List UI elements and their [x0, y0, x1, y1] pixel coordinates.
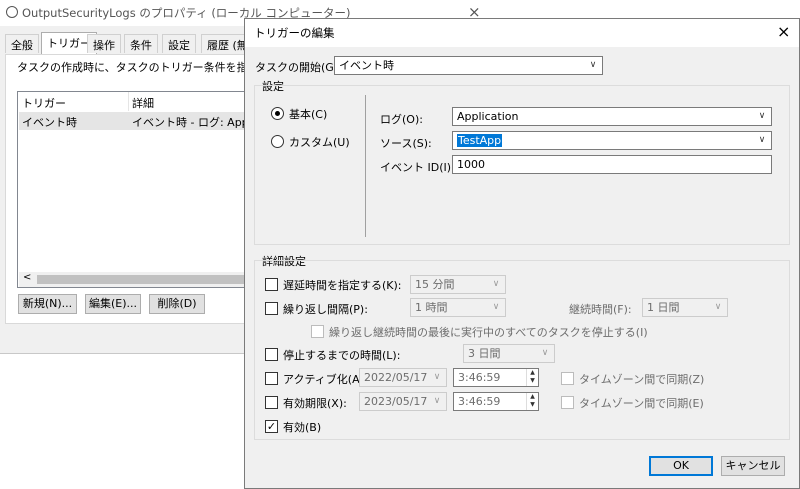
- delay-select[interactable]: 15 分間 ∨: [410, 275, 506, 294]
- event-id-input[interactable]: 1000: [452, 155, 772, 174]
- log-label: ログ(O):: [380, 113, 423, 126]
- chevron-down-icon: ∨: [714, 302, 722, 312]
- stop-after-label[interactable]: 停止するまでの時間(L):: [283, 347, 400, 363]
- activate-date-value: 2022/05/17: [364, 371, 428, 384]
- source-value: TestApp: [457, 134, 503, 147]
- expire-time-value: 3:46:59: [458, 395, 501, 408]
- custom-radio[interactable]: [271, 135, 284, 148]
- expire-date-value: 2023/05/17: [364, 395, 428, 408]
- activate-checkbox[interactable]: [265, 372, 278, 385]
- duration-value: 1 日間: [647, 301, 680, 314]
- chevron-down-icon: ∨: [589, 60, 597, 70]
- ok-button[interactable]: OK: [649, 456, 713, 476]
- basic-radio[interactable]: [271, 107, 284, 120]
- clock-icon: [6, 6, 18, 18]
- delay-label[interactable]: 遅延時間を指定する(K):: [283, 277, 402, 293]
- expire-date-picker[interactable]: 2023/05/17 ∨: [359, 392, 447, 411]
- column-header-trigger[interactable]: トリガー: [22, 95, 66, 111]
- column-divider: [128, 92, 129, 111]
- tab-conditions[interactable]: 条件: [124, 34, 158, 53]
- duration-label: 継続時間(F):: [569, 303, 632, 316]
- source-select[interactable]: TestApp ∨: [452, 131, 772, 150]
- repeat-label[interactable]: 繰り返し間隔(P):: [283, 301, 368, 317]
- stop-after-value: 3 日間: [468, 347, 501, 360]
- activate-date-picker[interactable]: 2022/05/17 ∨: [359, 368, 447, 387]
- repeat-select[interactable]: 1 時間 ∨: [410, 298, 506, 317]
- begin-task-value: イベント時: [339, 59, 394, 72]
- basic-label[interactable]: 基本(C): [289, 106, 327, 122]
- custom-label[interactable]: カスタム(U): [289, 134, 350, 150]
- edit-trigger-button[interactable]: 編集(E)...: [85, 294, 141, 314]
- repeat-checkbox[interactable]: [265, 302, 278, 315]
- begin-task-label: タスクの開始(G):: [255, 61, 342, 74]
- chevron-down-icon: ∨: [541, 348, 549, 358]
- dialog-title: トリガーの編集: [254, 26, 335, 40]
- activate-time-input[interactable]: 3:46:59 ▲ ▼: [453, 368, 539, 387]
- spinner-icon[interactable]: ▲ ▼: [526, 393, 538, 410]
- triggers-list[interactable]: トリガー 詳細 イベント時 イベント時 - ログ: Applica <: [17, 91, 268, 288]
- stop-all-label: 繰り返し継続時間の最後に実行中のすべてのタスクを停止する(I): [329, 326, 648, 339]
- column-header-details[interactable]: 詳細: [132, 95, 154, 111]
- expire-checkbox[interactable]: [265, 396, 278, 409]
- enabled-label[interactable]: 有効(B): [283, 419, 321, 435]
- chevron-down-icon: ∨: [433, 396, 441, 406]
- spinner-icon[interactable]: ▲ ▼: [526, 369, 538, 386]
- chevron-down-icon: ∨: [492, 302, 500, 312]
- tab-actions[interactable]: 操作: [87, 34, 121, 53]
- activate-time-value: 3:46:59: [458, 371, 501, 384]
- event-id-label: イベント ID(I):: [380, 161, 455, 174]
- delay-value: 15 分間: [415, 278, 455, 291]
- chevron-down-icon: ∨: [758, 135, 766, 145]
- dialog-close-icon[interactable]: ×: [777, 22, 790, 41]
- expire-sync-label: タイムゾーン間で同期(E): [579, 397, 704, 410]
- duration-select[interactable]: 1 日間 ∨: [642, 298, 728, 317]
- stop-after-select[interactable]: 3 日間 ∨: [463, 344, 555, 363]
- source-label: ソース(S):: [380, 137, 432, 150]
- stop-after-checkbox[interactable]: [265, 348, 278, 361]
- repeat-value: 1 時間: [415, 301, 448, 314]
- log-value: Application: [457, 110, 519, 123]
- scroll-thumb[interactable]: [37, 275, 247, 284]
- chevron-down-icon: ∨: [492, 279, 500, 289]
- activate-sync-checkbox[interactable]: [561, 372, 574, 385]
- activate-sync-label: タイムゾーン間で同期(Z): [579, 373, 705, 386]
- cancel-button[interactable]: キャンセル: [721, 456, 785, 476]
- horizontal-scrollbar[interactable]: <: [19, 272, 256, 287]
- tab-general[interactable]: 全般: [5, 34, 39, 53]
- enabled-checkbox[interactable]: ✓: [265, 420, 278, 433]
- new-trigger-button[interactable]: 新規(N)...: [18, 294, 77, 314]
- scroll-left-icon[interactable]: <: [23, 272, 31, 283]
- delay-checkbox[interactable]: [265, 278, 278, 291]
- begin-task-select[interactable]: イベント時 ∨: [334, 56, 603, 75]
- settings-divider: [365, 95, 366, 237]
- table-row[interactable]: イベント時 イベント時 - ログ: Applica: [19, 112, 268, 130]
- edit-trigger-dialog: トリガーの編集 × タスクの開始(G): イベント時 ∨ 設定 基本(C) カス…: [244, 18, 800, 489]
- expire-time-input[interactable]: 3:46:59 ▲ ▼: [453, 392, 539, 411]
- chevron-down-icon: ∨: [433, 372, 441, 382]
- log-select[interactable]: Application ∨: [452, 107, 772, 126]
- row-trigger: イベント時: [22, 116, 77, 129]
- triggers-description: タスクの作成時に、タスクのトリガー条件を指定できます: [17, 61, 255, 74]
- expire-label[interactable]: 有効期限(X):: [283, 395, 347, 411]
- activate-label[interactable]: アクティブ化(A):: [283, 371, 368, 387]
- tab-settings[interactable]: 設定: [162, 34, 196, 53]
- delete-trigger-button[interactable]: 削除(D): [149, 294, 205, 314]
- expire-sync-checkbox[interactable]: [561, 396, 574, 409]
- dialog-title-bar: トリガーの編集 ×: [245, 19, 799, 47]
- chevron-down-icon: ∨: [758, 111, 766, 121]
- stop-all-checkbox[interactable]: [311, 325, 324, 338]
